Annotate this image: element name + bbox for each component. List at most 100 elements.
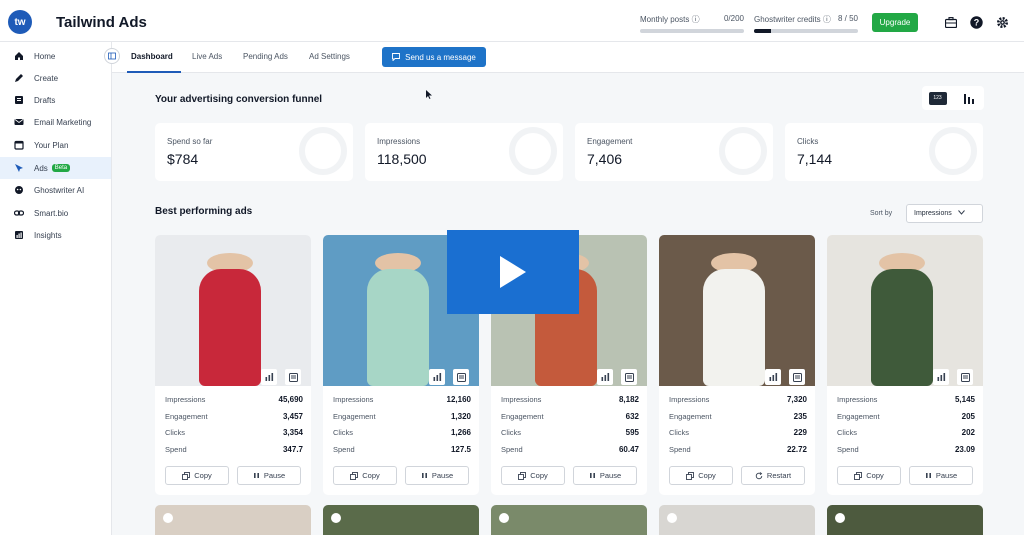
details-icon[interactable] [957, 369, 973, 385]
ad-metrics: Impressions 12,160 Engagement 1,320 Clicks 1,… [333, 395, 471, 461]
ads-icon [14, 163, 24, 173]
metric-label: Impressions [837, 395, 878, 404]
details-icon[interactable] [621, 369, 637, 385]
sidebar-item-your-plan[interactable]: Your Plan [0, 134, 111, 156]
help-icon[interactable]: ? [969, 15, 983, 29]
metric-label: Impressions [501, 395, 542, 404]
copy-label: Copy [362, 471, 380, 480]
dress-figure [199, 269, 261, 386]
pause-button[interactable]: Pause [405, 466, 469, 485]
metric-label: Spend [501, 444, 523, 454]
metric-row-clicks: Clicks 1,266 [333, 428, 471, 445]
chart-view-button[interactable] [960, 92, 978, 105]
view-toggle: 123 [922, 86, 984, 110]
stat-label: Engagement [587, 137, 633, 146]
info-icon[interactable] [667, 513, 677, 523]
copy-icon [350, 471, 359, 480]
stat-card-clicks: Clicks 7,144 [785, 123, 983, 181]
monthly-posts-meter: Monthly posts ⓘ 0/200 [640, 14, 744, 33]
analytics-icon[interactable] [429, 369, 445, 385]
app-title: Tailwind Ads [56, 14, 147, 31]
restart-button[interactable]: Restart [741, 466, 805, 485]
ad-image[interactable] [155, 235, 311, 386]
sidebar-item-insights[interactable]: Insights [0, 224, 111, 246]
pause-button[interactable]: Pause [909, 466, 973, 485]
svg-text:?: ? [973, 17, 979, 27]
metric-row-engagement: Engagement 632 [501, 412, 639, 429]
send-message-button[interactable]: Send us a message [382, 47, 486, 67]
sidebar-collapse-button[interactable] [104, 48, 120, 64]
metric-row-impressions: Impressions 8,182 [501, 395, 639, 412]
settings-gear-icon[interactable] [995, 15, 1009, 29]
video-play-button[interactable] [447, 230, 579, 314]
pause-button[interactable]: Pause [237, 466, 301, 485]
info-icon[interactable] [499, 513, 509, 523]
tab-pending-ads[interactable]: Pending Ads [243, 52, 288, 61]
sidebar-item-drafts[interactable]: Drafts [0, 89, 111, 111]
ad-image[interactable] [659, 235, 815, 386]
ad-thumbnail-partial[interactable] [659, 505, 815, 535]
details-icon[interactable] [453, 369, 469, 385]
restart-icon [755, 471, 763, 479]
copy-button[interactable]: Copy [837, 466, 901, 485]
metric-value: 229 [793, 428, 807, 437]
sidebar-item-smart-bio[interactable]: Smart.bio [0, 202, 111, 224]
metric-value: 60.47 [618, 444, 639, 454]
ad-card: Impressions 45,690 Engagement 3,457 Clicks 3,… [155, 235, 311, 495]
number-view-button[interactable]: 123 [928, 91, 947, 105]
metric-value: 202 [961, 428, 975, 437]
ad-thumbnail-partial[interactable] [491, 505, 647, 535]
tailwind-logo[interactable]: tw [8, 10, 32, 34]
info-icon[interactable] [835, 513, 845, 523]
sidebar-item-ads[interactable]: Ads Beta [0, 157, 111, 179]
ghostwriter-credits-bar [754, 29, 858, 33]
info-icon[interactable] [331, 513, 341, 523]
number-view-icon: 123 [933, 95, 942, 101]
info-icon[interactable] [163, 513, 173, 523]
monthly-posts-value: 0/200 [723, 14, 744, 23]
sidebar-item-ghostwriter-ai[interactable]: Ghostwriter AI [0, 179, 111, 201]
metric-label: Clicks [165, 428, 185, 437]
sidebar-item-home[interactable]: Home [0, 45, 111, 67]
metric-value: 595 [625, 428, 639, 437]
sort-select[interactable]: Impressions [906, 204, 983, 223]
briefcase-icon[interactable] [944, 15, 958, 29]
calendar-icon [14, 140, 24, 150]
metric-row-impressions: Impressions 12,160 [333, 395, 471, 412]
metric-label: Spend [669, 444, 691, 454]
analytics-icon[interactable] [261, 369, 277, 385]
tab-ad-settings[interactable]: Ad Settings [309, 52, 350, 61]
pause-button[interactable]: Pause [573, 466, 637, 485]
analytics-icon[interactable] [765, 369, 781, 385]
metric-value: 1,320 [450, 411, 471, 421]
metric-label: Clicks [837, 428, 857, 437]
copy-button[interactable]: Copy [333, 466, 397, 485]
upgrade-button[interactable]: Upgrade [872, 13, 918, 32]
analytics-icon[interactable] [933, 369, 949, 385]
details-icon[interactable] [789, 369, 805, 385]
ad-metrics: Impressions 5,145 Engagement 205 Clicks 202 Sp… [837, 395, 975, 461]
tab-dashboard[interactable]: Dashboard [131, 52, 173, 61]
analytics-icon[interactable] [597, 369, 613, 385]
stat-value: 118,500 [377, 151, 427, 167]
action-label: Pause [935, 471, 958, 480]
pause-icon [589, 473, 595, 478]
metric-row-impressions: Impressions 45,690 [165, 395, 303, 412]
ad-thumbnail-partial[interactable] [155, 505, 311, 535]
copy-button[interactable]: Copy [501, 466, 565, 485]
copy-button[interactable]: Copy [669, 466, 733, 485]
copy-button[interactable]: Copy [165, 466, 229, 485]
sidebar-item-email-marketing[interactable]: Email Marketing [0, 111, 111, 133]
mouse-cursor-icon [426, 86, 432, 99]
details-icon[interactable] [285, 369, 301, 385]
metric-label: Engagement [669, 411, 712, 421]
tab-live-ads[interactable]: Live Ads [192, 52, 222, 61]
sidebar-item-create[interactable]: Create [0, 67, 111, 89]
metric-label: Spend [837, 444, 859, 454]
ad-image[interactable] [827, 235, 983, 386]
ad-thumbnail-partial[interactable] [323, 505, 479, 535]
metric-value: 1,266 [450, 428, 471, 437]
metric-row-spend: Spend 127.5 [333, 445, 471, 462]
ad-card: Impressions 5,145 Engagement 205 Clicks 202 Sp… [827, 235, 983, 495]
ad-thumbnail-partial[interactable] [827, 505, 983, 535]
